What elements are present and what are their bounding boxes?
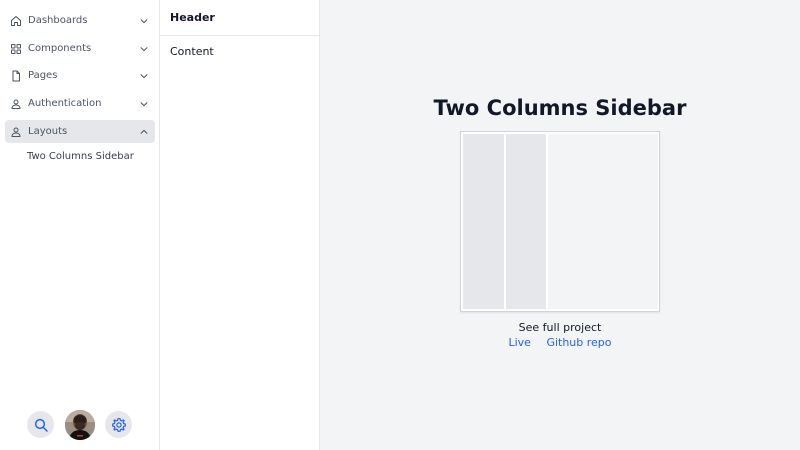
project-links: Live Github repo <box>320 336 800 349</box>
github-repo-link[interactable]: Github repo <box>546 336 611 349</box>
see-full-project-text: See full project <box>518 321 602 334</box>
sidebar-item-layouts[interactable]: Layouts <box>5 120 155 143</box>
preview-secondary-column <box>506 134 546 309</box>
avatar[interactable] <box>65 410 95 440</box>
user-icon <box>10 98 22 110</box>
sidebar-subitem-two-columns-sidebar[interactable]: Two Columns Sidebar <box>27 151 134 167</box>
sidebar-item-authentication[interactable]: Authentication <box>5 92 155 115</box>
chevron-down-icon <box>139 71 149 81</box>
sidebar-item-label: Components <box>28 43 92 54</box>
search-button[interactable] <box>27 411 54 438</box>
column-header: Header <box>160 0 319 36</box>
grid-icon <box>10 43 22 55</box>
chevron-down-icon <box>139 99 149 109</box>
settings-button[interactable] <box>105 411 132 438</box>
user-icon <box>10 126 22 138</box>
secondary-column: Header Content <box>160 0 320 450</box>
document-icon <box>10 70 22 82</box>
chevron-down-icon <box>139 16 149 26</box>
gear-icon <box>111 417 127 433</box>
search-icon <box>33 417 49 433</box>
sidebar-item-components[interactable]: Components <box>5 37 155 60</box>
live-link[interactable]: Live <box>508 336 530 349</box>
chevron-up-icon <box>139 127 149 137</box>
preview-sidebar-column <box>463 134 504 309</box>
sidebar: Dashboards Components Pages Authenticati… <box>0 0 160 450</box>
sidebar-item-label: Pages <box>28 70 58 81</box>
sidebar-item-label: Dashboards <box>28 15 88 26</box>
sidebar-item-label: Authentication <box>28 98 102 109</box>
sidebar-item-label: Layouts <box>28 126 68 137</box>
layout-preview-image <box>460 131 660 312</box>
home-icon <box>10 15 22 27</box>
page-title: Two Columns Sidebar <box>433 96 687 120</box>
preview-main-area <box>548 134 658 309</box>
sidebar-item-dashboards[interactable]: Dashboards <box>5 9 155 32</box>
chevron-down-icon <box>139 44 149 54</box>
column-content: Content <box>170 45 214 58</box>
sidebar-item-pages[interactable]: Pages <box>5 64 155 87</box>
